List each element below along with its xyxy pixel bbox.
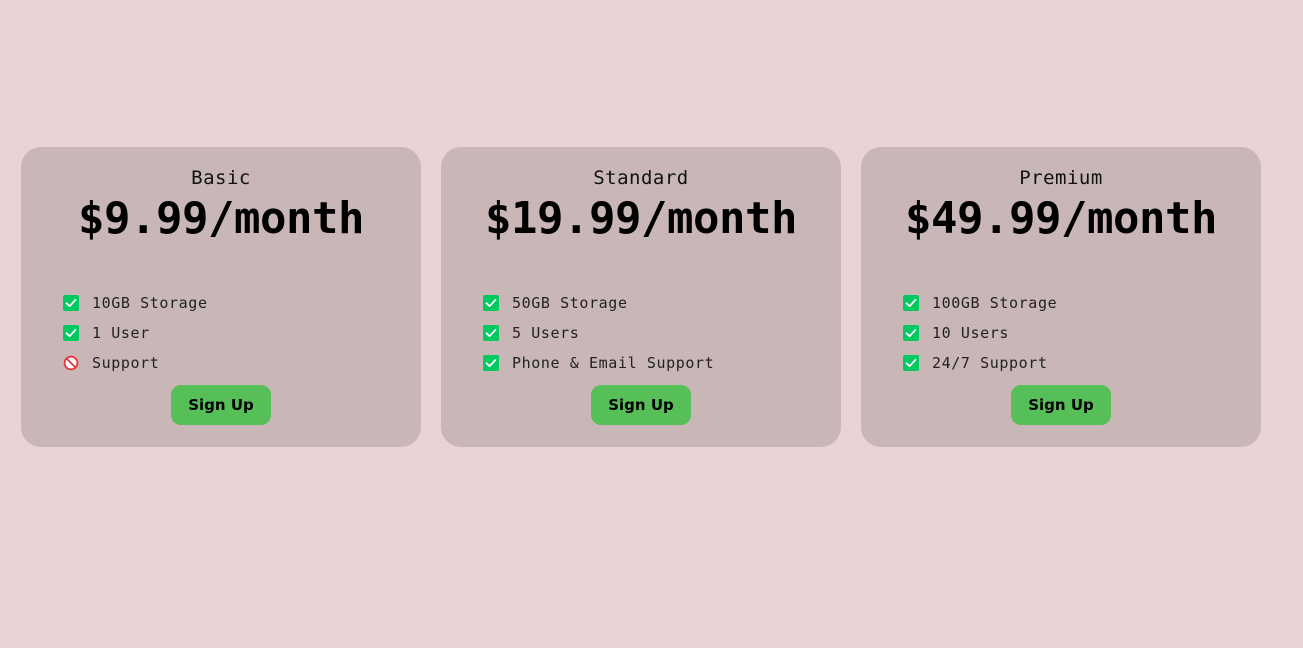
- check-icon: [483, 325, 499, 341]
- feature-text: 100GB Storage: [932, 294, 1058, 312]
- plan-card-basic: Basic $9.99/month 10GB Storage 1 User Su…: [21, 147, 421, 447]
- plan-card-standard: Standard $19.99/month 50GB Storage 5 Use…: [441, 147, 841, 447]
- sign-up-button[interactable]: Sign Up: [1011, 385, 1111, 425]
- plan-price: $19.99/month: [485, 193, 797, 244]
- feature-item: 100GB Storage: [903, 288, 1057, 318]
- feature-text: Support: [92, 354, 160, 372]
- plan-price: $49.99/month: [905, 193, 1217, 244]
- feature-text: 50GB Storage: [512, 294, 628, 312]
- check-icon: [483, 295, 499, 311]
- check-icon: [903, 325, 919, 341]
- check-icon: [903, 355, 919, 371]
- plan-card-premium: Premium $49.99/month 100GB Storage 10 Us…: [861, 147, 1261, 447]
- feature-text: 5 Users: [512, 324, 580, 342]
- feature-item: 50GB Storage: [483, 288, 714, 318]
- feature-item: 10GB Storage: [63, 288, 208, 318]
- feature-text: 10 Users: [932, 324, 1010, 342]
- check-icon: [483, 355, 499, 371]
- feature-list: 100GB Storage 10 Users 24/7 Support: [903, 288, 1057, 378]
- feature-item: 5 Users: [483, 318, 714, 348]
- check-icon: [63, 325, 79, 341]
- feature-text: 10GB Storage: [92, 294, 208, 312]
- plan-name: Premium: [1019, 167, 1103, 189]
- pricing-plans: Basic $9.99/month 10GB Storage 1 User Su…: [21, 147, 1261, 447]
- prohibited-icon: [63, 355, 79, 371]
- sign-up-button[interactable]: Sign Up: [591, 385, 691, 425]
- feature-item: Support: [63, 348, 208, 378]
- sign-up-button[interactable]: Sign Up: [171, 385, 271, 425]
- feature-list: 50GB Storage 5 Users Phone & Email Suppo…: [483, 288, 714, 378]
- feature-item: Phone & Email Support: [483, 348, 714, 378]
- feature-text: 24/7 Support: [932, 354, 1048, 372]
- feature-list: 10GB Storage 1 User Support: [63, 288, 208, 378]
- feature-text: 1 User: [92, 324, 150, 342]
- feature-item: 1 User: [63, 318, 208, 348]
- plan-price: $9.99/month: [78, 193, 364, 244]
- plan-name: Basic: [191, 167, 251, 189]
- feature-text: Phone & Email Support: [512, 354, 715, 372]
- feature-item: 10 Users: [903, 318, 1057, 348]
- check-icon: [63, 295, 79, 311]
- plan-name: Standard: [593, 167, 689, 189]
- check-icon: [903, 295, 919, 311]
- feature-item: 24/7 Support: [903, 348, 1057, 378]
